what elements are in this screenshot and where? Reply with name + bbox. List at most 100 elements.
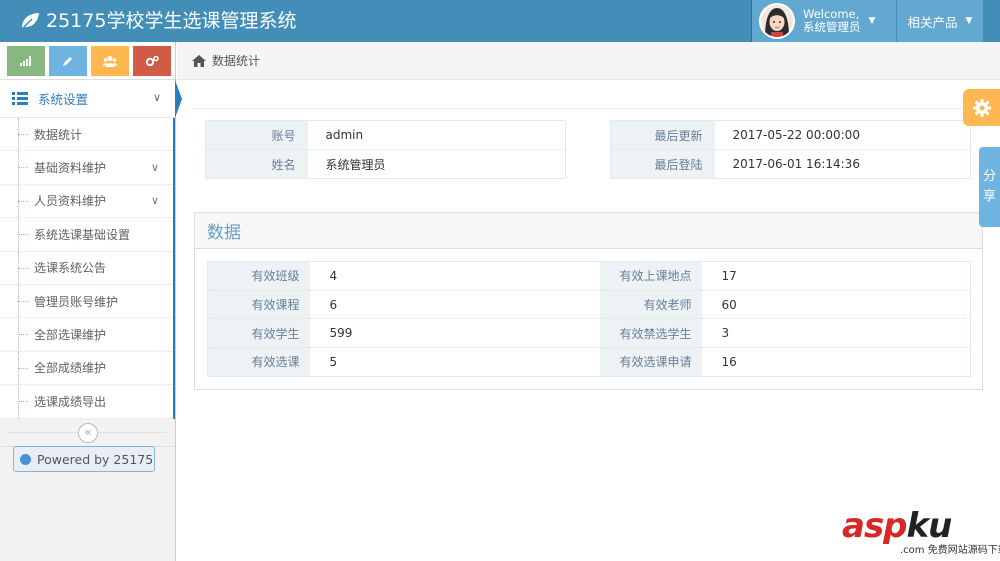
user-menu[interactable]: Welcome, 系统管理员 ▼: [752, 0, 896, 42]
home-icon[interactable]: [192, 54, 206, 67]
collapse-sidebar-button[interactable]: «: [78, 422, 98, 443]
stat-label: 有效禁选学生: [599, 318, 702, 348]
tree-line: [18, 267, 28, 269]
stat-label: 有效学生: [207, 318, 310, 348]
sidebar: 系统设置 ∨ 数据统计基础资料维护 ∨ 人员资料维护 ∨ 系统选课基础设置选课系统公告管…: [0, 42, 182, 561]
watermark-logo: aspku .com 免费网站源码下载站!: [842, 502, 1000, 560]
share-char-1: 分: [982, 169, 996, 184]
login-value: 2017-06-01 16:14:36: [714, 149, 971, 179]
table-row: 有效选课 5 有效选课申请 16: [207, 347, 971, 377]
stat-label: 有效选课申请: [599, 347, 702, 377]
caret-down-icon: ▼: [868, 16, 876, 26]
group-icon: [103, 55, 117, 67]
watermark-ku: ku: [906, 506, 953, 546]
settings-shortcut-button[interactable]: [133, 45, 171, 76]
stat-value: 60: [701, 289, 971, 319]
sidebar-item[interactable]: 系统选课基础设置: [0, 218, 173, 252]
chevron-down-icon: ∨: [150, 194, 159, 208]
account-label: 账号: [205, 120, 308, 150]
menu-system-settings[interactable]: 系统设置 ∨: [0, 80, 182, 118]
updated-value: 2017-05-22 00:00:00: [714, 120, 971, 150]
stat-value: 4: [309, 261, 600, 291]
ace-settings-button[interactable]: [963, 89, 1000, 126]
users-shortcut-button[interactable]: [91, 45, 129, 76]
sidebar-item[interactable]: 管理员账号维护: [0, 284, 173, 319]
watermark-main: aspku: [842, 506, 953, 546]
watermark-sub: .com 免费网站源码下载站!: [900, 541, 1000, 556]
cogs-icon: [145, 55, 159, 66]
signal-icon: [20, 55, 31, 66]
table-row: 最后更新 2017-05-22 00:00:00: [610, 120, 971, 150]
stats-table: 有效班级 4 有效上课地点 17 有效课程 6 有效老师 60 有效学生 599 有效禁选学生 3 有效…: [207, 261, 971, 377]
tree-line: [18, 200, 28, 202]
sidebar-item-label: 基础资料维护: [34, 161, 107, 176]
powered-by-badge[interactable]: Powered by 25175.c: [13, 446, 155, 472]
tree-line: [18, 334, 28, 336]
collapse-bar: «: [0, 419, 175, 447]
table-row: 姓名 系统管理员: [205, 149, 566, 179]
products-menu[interactable]: 相关产品 ▼: [897, 0, 983, 42]
sidebar-item[interactable]: 基础资料维护 ∨: [0, 151, 173, 185]
tree-line: [18, 234, 28, 236]
sidebar-item[interactable]: 选课系统公告: [0, 251, 173, 285]
edit-shortcut-button[interactable]: [49, 45, 87, 76]
leaf-icon: [21, 13, 39, 30]
stat-label: 有效老师: [599, 289, 702, 319]
sidebar-item-label: 系统选课基础设置: [34, 227, 131, 242]
stat-label: 有效课程: [207, 289, 310, 319]
shortcut-bar: [0, 42, 175, 80]
main-content: 账号 admin 姓名 系统管理员 最后更新 2017-05-22 00:00:…: [177, 80, 1000, 561]
table-row: 有效课程 6 有效老师 60: [207, 289, 971, 319]
tree-line: [18, 401, 28, 403]
sidebar-item-label: 人员资料维护: [34, 194, 107, 209]
stats-panel: 数据 有效班级 4 有效上课地点 17 有效课程 6 有效老师 60 有效学生 599 有效禁选学生…: [194, 212, 983, 390]
sidebar-item-label: 管理员账号维护: [34, 294, 119, 309]
stats-shortcut-button[interactable]: [7, 45, 45, 76]
breadcrumb: 数据统计: [177, 42, 1000, 80]
username-text: 系统管理员: [803, 20, 861, 34]
sidebar-item-label: 全部成绩维护: [34, 361, 107, 376]
share-char-2: 享: [982, 189, 996, 204]
stat-value: 16: [701, 347, 971, 377]
tree-line: [18, 367, 28, 369]
stat-value: 6: [309, 289, 600, 319]
table-row: 有效班级 4 有效上课地点 17: [207, 261, 971, 291]
sidebar-item[interactable]: 全部选课维护: [0, 318, 173, 352]
stat-label: 有效班级: [207, 261, 310, 291]
stat-value: 599: [309, 318, 600, 348]
sidebar-item-label: 全部选课维护: [34, 328, 107, 343]
powered-text: Powered by 25175.c: [37, 451, 155, 467]
name-label: 姓名: [205, 149, 308, 179]
stat-value: 5: [309, 347, 600, 377]
brand[interactable]: 25175学校学生选课管理系统: [20, 0, 296, 42]
account-value: admin: [307, 120, 566, 150]
watermark-suffix: .com: [900, 545, 925, 556]
chevron-down-icon: ∨: [150, 161, 159, 175]
avatar: [759, 3, 795, 39]
stat-label: 有效上课地点: [599, 261, 702, 291]
name-value: 系统管理员: [307, 149, 566, 179]
account-info-table: 账号 admin 姓名 系统管理员: [205, 120, 566, 179]
stat-value: 3: [701, 318, 971, 348]
gear-icon: [972, 98, 991, 117]
sidebar-item[interactable]: 选课成绩导出: [0, 385, 173, 419]
watermark-slogan: 免费网站源码下载站!: [927, 545, 1000, 556]
divider: [193, 108, 983, 109]
sidebar-item[interactable]: 人员资料维护 ∨: [0, 184, 173, 219]
app-title: 25175学校学生选课管理系统: [46, 10, 297, 32]
list-icon: [12, 92, 28, 105]
breadcrumb-current[interactable]: 数据统计: [212, 52, 260, 69]
stat-value: 17: [701, 261, 971, 291]
sidebar-item[interactable]: 全部成绩维护: [0, 351, 173, 386]
watermark-asp: asp: [842, 506, 908, 546]
tree-line: [18, 134, 28, 135]
products-label: 相关产品: [907, 14, 958, 30]
table-row: 最后登陆 2017-06-01 16:14:36: [610, 149, 971, 179]
chevron-down-icon: ∨: [152, 91, 161, 104]
tree-line: [18, 300, 28, 302]
sidebar-item-label: 数据统计: [34, 127, 83, 142]
caret-down-icon: ▼: [965, 16, 973, 26]
share-tab[interactable]: 分 享: [979, 147, 1000, 227]
updated-label: 最后更新: [610, 120, 715, 150]
sidebar-item[interactable]: 数据统计: [0, 118, 173, 152]
